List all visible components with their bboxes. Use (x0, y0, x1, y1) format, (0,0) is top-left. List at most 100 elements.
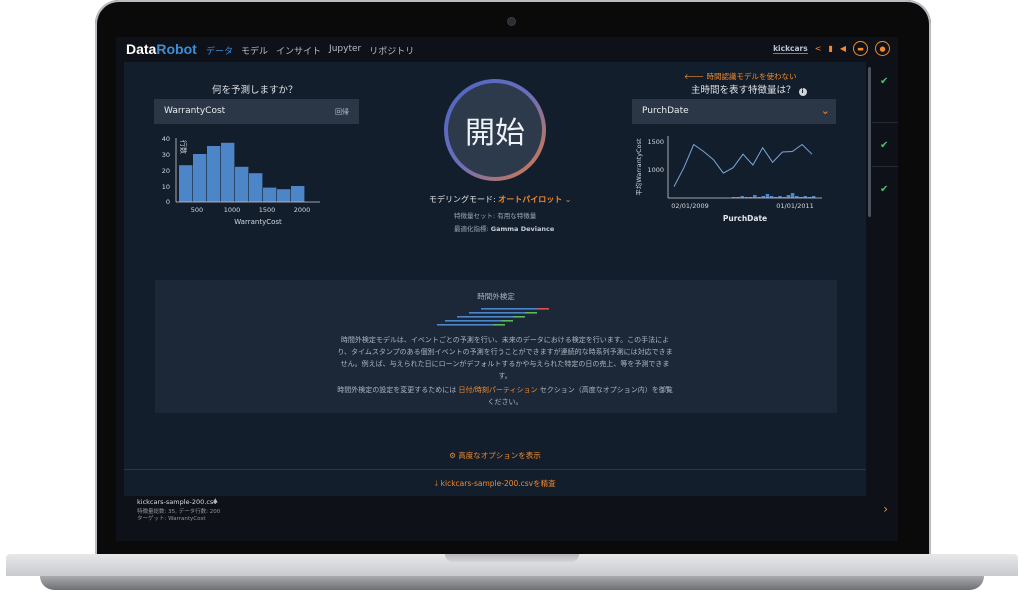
target-histogram: 40 30 20 10 0 500 1000 1500 2000 Warrant… (162, 135, 320, 226)
share-icon[interactable]: < (815, 44, 822, 53)
histogram-bar[interactable] (207, 146, 221, 202)
modeling-mode-label: モデリングモード: (429, 195, 496, 204)
time-y-tick: 1500 (647, 138, 664, 146)
out-of-time-validation-panel: 時間外検定 時間外検定モデルは、イベントごとの予測を行い、未来のデータにおける検… (155, 280, 837, 413)
datarobot-logo[interactable]: DataRobot (126, 41, 197, 57)
panel-settings-note: 時間外検定の設定を変更するためには 日付/時刻パーティション セクション（高度な… (335, 384, 675, 408)
folder-icon[interactable]: ▬ (853, 41, 868, 56)
histogram-x-tick: 1500 (259, 206, 276, 214)
metric-value: Gamma Deviance (490, 225, 555, 233)
check-icon: ✔ (880, 184, 889, 195)
logo-text-accent: Robot (156, 41, 197, 57)
histogram-y-tick: 10 (162, 183, 170, 191)
time-chart-line (673, 143, 813, 187)
dataset-target: ターゲット: WarrantyCost (137, 516, 206, 522)
target-select[interactable]: WarrantyCost 回帰 (154, 99, 359, 124)
laptop-base-bottom (40, 576, 984, 590)
date-partition-link[interactable]: 日付/時刻パーティション (459, 386, 538, 394)
time-chart-count-bar (790, 193, 795, 198)
nav-item-insights[interactable]: インサイト (276, 44, 321, 57)
time-y-label: 平均WarrantyCost (634, 138, 643, 196)
nav-item-models[interactable]: モデル (241, 44, 268, 57)
megaphone-icon[interactable]: ◀ (840, 44, 846, 53)
time-chart-bars (732, 193, 816, 198)
time-feature-value: PurchDate (642, 106, 689, 116)
app-screen: DataRobot データ モデル インサイト Jupyter リポジトリ ki… (116, 37, 898, 541)
start-button[interactable]: 開始 (444, 79, 546, 181)
time-chart-count-bar (765, 194, 770, 198)
histogram-x-tick: 2000 (294, 206, 311, 214)
dataset-filename[interactable]: kickcars-sample-200.csv (137, 498, 217, 506)
advanced-options-button[interactable]: ⚙ 高度なオプションを表示 (124, 450, 866, 461)
histogram-bar[interactable] (249, 173, 263, 202)
modeling-mode-value: オートパイロット (498, 195, 563, 204)
start-button-label: 開始 (448, 83, 542, 177)
separator (872, 166, 898, 167)
dataset-footer: kickcars-sample-200.csv ▲ 特徴量総数: 35, データ… (116, 496, 898, 541)
feature-set: 特徴量セット: 有用な特徴量 (454, 212, 537, 220)
top-navigation-bar: DataRobot データ モデル インサイト Jupyter リポジトリ ki… (116, 37, 898, 62)
chevron-up-icon[interactable]: ▲ (213, 497, 218, 504)
logo-text-main: Data (126, 41, 157, 57)
project-name-link[interactable]: kickcars (773, 44, 808, 54)
gear-icon: ⚙ (449, 451, 459, 460)
histogram-x-tick: 1000 (224, 206, 241, 214)
target-question: 何を予測しますか？ (212, 85, 298, 96)
histogram-bar[interactable] (277, 189, 291, 202)
time-x-tick: 02/01/2009 (671, 202, 708, 210)
histogram-bars (179, 142, 305, 202)
project-setup-panel: 何を予測しますか？ WarrantyCost 回帰 40 30 20 10 0 … (124, 62, 866, 496)
disable-time-aware-link[interactable]: 🡐 時間認識モデルを使わない (684, 71, 797, 82)
histogram-y-tick: 0 (166, 198, 170, 206)
histogram-x-label: WarrantyCost (234, 218, 282, 226)
book-icon[interactable]: ▮ (828, 44, 832, 53)
progress-checklist: ✔ ✔ ✔ (872, 62, 898, 496)
target-value: WarrantyCost (164, 106, 226, 116)
backtest-illustration (437, 308, 549, 326)
modeling-mode[interactable]: モデリングモード: オートパイロット ⌄ (429, 194, 572, 205)
histogram-bar[interactable] (235, 166, 249, 202)
histogram-bar[interactable] (291, 186, 305, 202)
explore-dataset-button[interactable]: 🡓 kickcars-sample-200.csvを精査 (124, 478, 866, 491)
panel-description: 時間外検定モデルは、イベントごとの予測を行い、未来のデータにおける検定を行います… (337, 336, 673, 380)
separator (872, 122, 898, 123)
time-x-tick: 01/01/2011 (776, 202, 813, 210)
time-y-tick: 1000 (647, 166, 664, 174)
check-icon: ✔ (880, 140, 889, 151)
time-feature-question-text: 主時間を表す特徴量は？ (691, 85, 796, 96)
check-icon: ✔ (880, 76, 889, 87)
laptop-base-notch (445, 554, 579, 562)
panel-title: 時間外検定 (477, 292, 515, 301)
nav-item-jupyter[interactable]: Jupyter (329, 44, 361, 57)
histogram-y-tick: 20 (162, 167, 170, 175)
vertical-scrollbar[interactable] (868, 67, 871, 217)
chevron-right-icon[interactable]: › (883, 502, 888, 516)
info-icon[interactable]: i (798, 88, 807, 96)
laptop-base (0, 554, 1024, 594)
histogram-bar[interactable] (263, 187, 277, 202)
time-chart: 1500 1000 02/01/2009 01/01/2011 PurchDat… (634, 136, 822, 223)
nav-item-data[interactable]: データ (206, 44, 233, 57)
user-icon[interactable]: ● (875, 41, 890, 56)
time-feature-question: 主時間を表す特徴量は？ i (691, 82, 807, 96)
main-nav: データ モデル インサイト Jupyter リポジトリ (206, 44, 414, 57)
camera (507, 17, 516, 26)
time-feature-select[interactable]: PurchDate ⌄ (632, 99, 836, 124)
histogram-bar[interactable] (221, 142, 235, 202)
histogram-bar[interactable] (193, 154, 207, 202)
advanced-options-label: 高度なオプションを表示 (458, 451, 541, 460)
disable-time-aware-text: 時間認識モデルを使わない (706, 72, 797, 81)
histogram-y-tick: 30 (162, 151, 170, 159)
divider (124, 469, 866, 470)
histogram-x-tick: 500 (191, 206, 203, 214)
top-right-tools: kickcars < ▮ ◀ ▬ ● (773, 41, 890, 56)
histogram-y-tick: 40 (162, 135, 170, 143)
problem-type-tag: 回帰 (335, 108, 349, 116)
chevron-down-icon: ⌄ (564, 195, 572, 204)
histogram-y-label: 行数 (179, 140, 188, 154)
histogram-bar[interactable] (179, 165, 193, 202)
nav-item-repository[interactable]: リポジトリ (369, 44, 414, 57)
panel-note-pre: 時間外検定の設定を変更するためには (337, 386, 457, 394)
time-chart-count-bar (753, 195, 757, 198)
time-x-label: PurchDate (723, 214, 767, 223)
